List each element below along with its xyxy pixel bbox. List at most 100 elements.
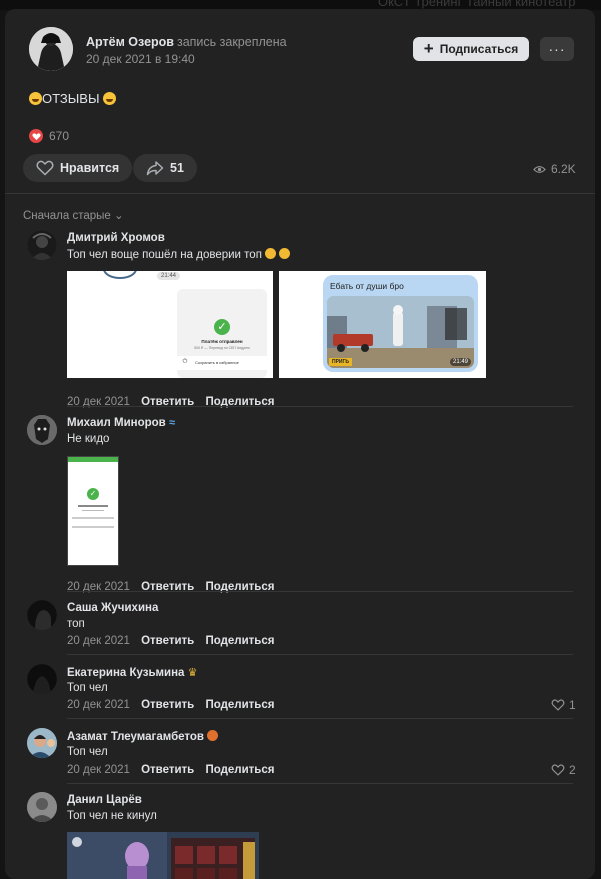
share-link[interactable]: Поделиться [205,699,274,711]
divider [5,193,595,194]
comment-item: Михаил Миноров ≈ Не кидо ✓ 20 дек 2021 О… [5,415,595,595]
reply-link[interactable]: Ответить [141,699,194,711]
wave-emoji-icon: ≈ [168,417,175,429]
comment-avatar[interactable] [27,600,57,630]
comment-divider [67,718,573,719]
post-text-value: ОТЗЫВЫ [42,91,100,106]
comment-like-button[interactable]: 1 [551,698,576,712]
comment-text-value: Топ чел воще пошёл на доверии топ [67,249,262,261]
views-counter: 6.2K [533,162,576,176]
heart-outline-icon [551,764,565,776]
author-line: Артём Озеров запись закреплена [86,35,287,49]
share-button[interactable]: 51 [133,154,197,182]
comment-text: топ [67,618,85,630]
screenshot-phone-panel: ✓ Платёж отправлен 500 ₽ — Перевод по СБ… [177,289,267,378]
comment-author: Азамат Тлеумагамбетов [67,730,219,743]
screenshot-subtitle: 500 ₽ — Перевод по СБП Андрею [194,346,250,350]
more-icon: ··· [548,41,566,57]
comment-author-name[interactable]: Михаил Миноров [67,417,166,429]
angry-emoji-icon [207,730,219,741]
payment-screenshot-image[interactable]: ✓ [67,456,119,566]
comment-author[interactable]: Саша Жучихина [67,602,158,614]
comment-divider [67,591,573,592]
grinning-emoji-icon [29,92,42,105]
comments-sort-dropdown[interactable]: Сначала старые ⌄ [23,208,124,222]
subscribe-label: Подписаться [439,42,519,56]
comment-text: Не кидо [67,433,110,445]
reactions-summary[interactable]: 670 [29,129,69,143]
comment-avatar[interactable] [27,792,57,822]
pinned-label: запись закреплена [176,35,287,49]
game-time: 21:49 [449,358,471,366]
comment-divider [67,783,573,784]
comment-avatar[interactable] [27,664,57,694]
comment-author-name[interactable]: Екатерина Кузьмина [67,667,184,679]
screenshot-header-bar [68,457,118,462]
screenshot-time: 21:44 [157,272,181,280]
comment-date[interactable]: 20 дек 2021 [67,635,130,647]
screenshot-row [72,526,114,528]
comment-author: Екатерина Кузьмина ♛ [67,666,198,679]
comment-avatar[interactable] [27,728,57,758]
smile-emoji-icon [265,248,277,259]
comment-date[interactable]: 20 дек 2021 [67,764,130,776]
game-scene: ПРИГЬ 21:49 [327,296,474,368]
screenshot-row [72,517,114,519]
comment-author[interactable]: Дмитрий Хромов [67,232,165,244]
comment-item: Саша Жучихина топ 20 дек 2021 Ответить П… [5,600,595,652]
comment-text: Топ чел не кинул [67,810,157,822]
comment-like-button[interactable]: 2 [551,763,576,777]
comment-like-count: 2 [569,763,576,777]
shares-count: 51 [170,161,184,175]
views-count: 6.2K [551,162,576,176]
check-circle-icon: ✓ [214,319,230,335]
share-link[interactable]: Поделиться [205,764,274,776]
comment-author-name[interactable]: Азамат Тлеумагамбетов [67,731,204,743]
comment-item: Дмитрий Хромов Топ чел воще пошёл на дов… [5,230,595,410]
author-name[interactable]: Артём Озеров [86,35,174,49]
post-card: Артём Озеров запись закреплена 20 дек 202… [5,9,595,879]
sort-label: Сначала старые [23,210,111,222]
grin-emoji-icon [279,248,291,259]
payment-screenshot-image[interactable]: 21:44 ✓ Платёж отправлен 500 ₽ — Перевод… [67,271,273,378]
heart-reaction-icon [29,129,43,143]
comment-like-count: 1 [569,698,576,712]
comment-item: Азамат Тлеумагамбетов Топ чел 20 дек 202… [5,728,595,780]
game-inventory-image[interactable] [67,832,259,879]
heart-outline-icon [551,699,565,711]
share-link[interactable]: Поделиться [205,635,274,647]
comment-divider [67,654,573,655]
comment-avatar[interactable] [27,415,57,445]
like-button[interactable]: Нравится [23,154,133,182]
comment-author: Михаил Миноров ≈ [67,417,175,429]
crown-emoji-icon: ♛ [187,667,198,679]
screenshot-line [78,505,108,507]
comment-author[interactable]: Данил Царёв [67,794,142,806]
post-date[interactable]: 20 дек 2021 в 19:40 [86,52,195,66]
like-label: Нравится [60,161,120,175]
more-options-button[interactable]: ··· [540,37,574,61]
grinning-emoji-icon [103,92,117,105]
plus-icon: + [423,39,434,58]
reply-link[interactable]: Ответить [141,635,194,647]
comment-divider [67,406,573,407]
game-screenshot-image[interactable]: Ебать от души бро ПРИГЬ 21:49 [279,271,486,378]
comment-item: Данил Царёв Топ чел не кинул [5,792,595,879]
comment-date[interactable]: 20 дек 2021 [67,699,130,711]
comment-text: Топ чел [67,682,108,694]
comment-avatar[interactable] [27,230,57,260]
eye-icon [533,165,546,173]
reply-link[interactable]: Ответить [141,764,194,776]
comment-meta: 20 дек 2021 Ответить Поделиться [67,699,275,711]
share-arrow-icon [146,161,164,176]
heart-outline-icon [36,160,54,176]
screenshot-top-circle [103,271,137,279]
star-icon: ✩ [182,358,188,365]
author-avatar[interactable] [29,27,73,71]
chevron-down-icon: ⌄ [114,210,124,222]
reactions-count: 670 [49,129,70,143]
screenshot-line [82,510,104,511]
subscribe-button[interactable]: + Подписаться [413,37,529,61]
comment-meta: 20 дек 2021 Ответить Поделиться [67,764,275,776]
check-circle-icon: ✓ [87,488,99,500]
